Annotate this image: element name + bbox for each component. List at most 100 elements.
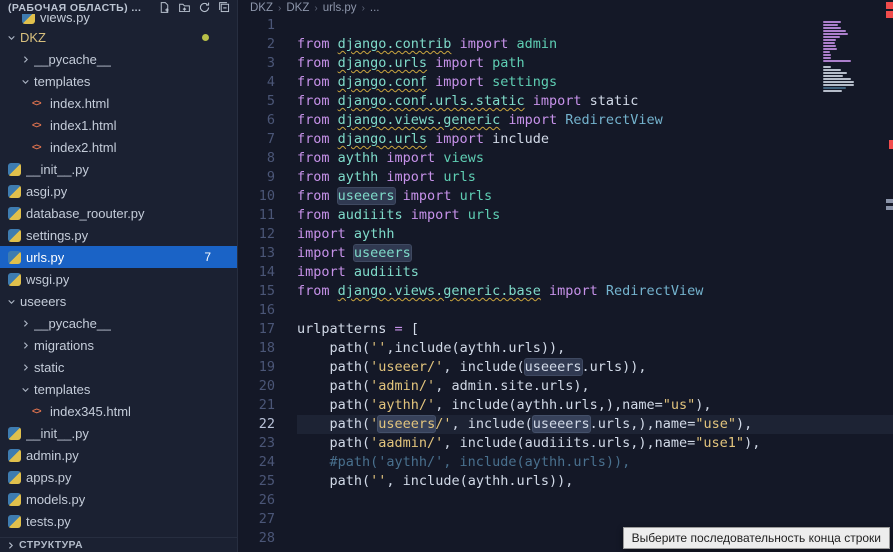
python-file-icon <box>8 493 21 506</box>
code-line[interactable]: from django.conf.urls.static import stat… <box>297 92 893 111</box>
tree-item-__pycache__[interactable]: __pycache__ <box>0 48 237 70</box>
new-file-icon[interactable] <box>158 1 171 14</box>
tree-item-static[interactable]: static <box>0 356 237 378</box>
code-line[interactable]: from useeers import urls <box>297 187 893 206</box>
python-file-icon <box>8 515 21 528</box>
breadcrumb-separator-icon: › <box>314 3 317 14</box>
tree-item-label: __init__.py <box>26 162 89 177</box>
code-line[interactable]: path('', include(aythh.urls)), <box>297 472 893 491</box>
code-content[interactable]: from django.contrib import adminfrom dja… <box>284 16 893 552</box>
code-line[interactable]: from django.urls import path <box>297 54 893 73</box>
code-line[interactable]: #path('aythh/', include(aythh.urls)), <box>297 453 893 472</box>
chevron-down-icon <box>6 33 17 42</box>
code-line[interactable]: from aythh import urls <box>297 168 893 187</box>
code-line[interactable]: from django.views.generic import Redirec… <box>297 111 893 130</box>
workspace-title: (РАБОЧАЯ ОБЛАСТЬ) ... <box>8 2 141 14</box>
minimap-line <box>823 66 831 68</box>
tree-item-__pycache__[interactable]: __pycache__ <box>0 312 237 334</box>
tree-item-database_roouter.py[interactable]: database_roouter.py <box>0 202 237 224</box>
tree-item-wsgi.py[interactable]: wsgi.py <box>0 268 237 290</box>
breadcrumb-item[interactable]: urls.py <box>323 2 357 14</box>
breadcrumb-item[interactable]: DKZ <box>250 2 273 14</box>
tree-item-templates[interactable]: templates <box>0 378 237 400</box>
tree-item-__init__.py[interactable]: __init__.py <box>0 422 237 444</box>
tree-item-label: tests.py <box>26 514 71 529</box>
tree-item-urls.py[interactable]: urls.py7 <box>0 246 237 268</box>
code-line[interactable]: import useeers <box>297 244 893 263</box>
line-number: 4 <box>238 73 275 92</box>
ruler-mark <box>886 206 893 210</box>
tree-item-migrations[interactable]: migrations <box>0 334 237 356</box>
minimap-line <box>823 60 851 62</box>
minimap[interactable] <box>823 18 883 102</box>
breadcrumb-separator-icon: › <box>278 3 281 14</box>
refresh-icon[interactable] <box>198 1 211 14</box>
tree-item-index1.html[interactable]: <>index1.html <box>0 114 237 136</box>
code-line[interactable]: from audiiits import urls <box>297 206 893 225</box>
breadcrumb-separator-icon: › <box>362 3 365 14</box>
code-line[interactable] <box>297 16 893 35</box>
python-file-icon <box>8 471 21 484</box>
code-line[interactable]: import aythh <box>297 225 893 244</box>
minimap-line <box>823 69 841 71</box>
line-number: 25 <box>238 472 275 491</box>
tree-item-apps.py[interactable]: apps.py <box>0 466 237 488</box>
tree-item-index.html[interactable]: <>index.html <box>0 92 237 114</box>
code-line[interactable]: from django.views.generic.base import Re… <box>297 282 893 301</box>
minimap-line <box>823 75 843 77</box>
tree-item-__init__.py[interactable]: __init__.py <box>0 158 237 180</box>
chevron-right-icon <box>20 319 31 328</box>
code-editor[interactable]: 1234567891011121314151617181920212223242… <box>238 16 893 552</box>
tree-item-templates[interactable]: templates <box>0 70 237 92</box>
tree-item-label: migrations <box>34 338 94 353</box>
outline-section-header[interactable]: СТРУКТУРА <box>0 537 237 552</box>
breadcrumb-item[interactable]: DKZ <box>286 2 309 14</box>
collapse-all-icon[interactable] <box>218 1 231 14</box>
editor-pane: DKZ›DKZ›urls.py›... 12345678910111213141… <box>238 0 893 552</box>
python-file-icon <box>8 185 21 198</box>
tree-item-useeers[interactable]: useeers <box>0 290 237 312</box>
chevron-right-icon <box>20 55 31 64</box>
code-line[interactable]: path('',include(aythh.urls)), <box>297 339 893 358</box>
line-number: 6 <box>238 111 275 130</box>
code-line[interactable]: path('aythh/', include(aythh.urls,),name… <box>297 396 893 415</box>
minimap-line <box>823 45 836 47</box>
tree-item-admin.py[interactable]: admin.py <box>0 444 237 466</box>
overview-ruler[interactable] <box>885 0 893 552</box>
tree-item-index2.html[interactable]: <>index2.html <box>0 136 237 158</box>
line-number: 8 <box>238 149 275 168</box>
tree-item-models.py[interactable]: models.py <box>0 488 237 510</box>
minimap-line <box>823 42 835 44</box>
code-line[interactable]: from django.urls import include <box>297 130 893 149</box>
code-line[interactable] <box>297 491 893 510</box>
tree-item-DKZ[interactable]: DKZ <box>0 26 237 48</box>
code-line[interactable]: from django.contrib import admin <box>297 35 893 54</box>
code-line[interactable]: path('useeers/', include(useeers.urls,),… <box>297 415 893 434</box>
tree-item-label: templates <box>34 74 90 89</box>
python-file-icon <box>8 251 21 264</box>
minimap-line <box>823 72 847 74</box>
tree-item-asgi.py[interactable]: asgi.py <box>0 180 237 202</box>
line-number: 27 <box>238 510 275 529</box>
tree-item-tests.py[interactable]: tests.py <box>0 510 237 532</box>
code-line[interactable]: path('admin/', admin.site.urls), <box>297 377 893 396</box>
code-line[interactable]: urlpatterns = [ <box>297 320 893 339</box>
tree-item-settings.py[interactable]: settings.py <box>0 224 237 246</box>
breadcrumb-item[interactable]: ... <box>370 2 380 14</box>
code-line[interactable]: from django.conf import settings <box>297 73 893 92</box>
code-line[interactable] <box>297 301 893 320</box>
problems-badge: 7 <box>204 250 211 264</box>
code-line[interactable]: path('useeer/', include(useeers.urls)), <box>297 358 893 377</box>
ruler-mark <box>886 199 893 203</box>
ruler-mark <box>886 2 893 9</box>
tree-item-label: models.py <box>26 492 85 507</box>
ruler-mark <box>889 140 893 149</box>
html-file-icon: <> <box>32 406 45 416</box>
line-number: 19 <box>238 358 275 377</box>
new-folder-icon[interactable] <box>178 1 191 14</box>
code-line[interactable]: from aythh import views <box>297 149 893 168</box>
code-line[interactable]: import audiiits <box>297 263 893 282</box>
minimap-line <box>823 54 831 56</box>
code-line[interactable]: path('aadmin/', include(audiiits.urls,),… <box>297 434 893 453</box>
tree-item-index345.html[interactable]: <>index345.html <box>0 400 237 422</box>
